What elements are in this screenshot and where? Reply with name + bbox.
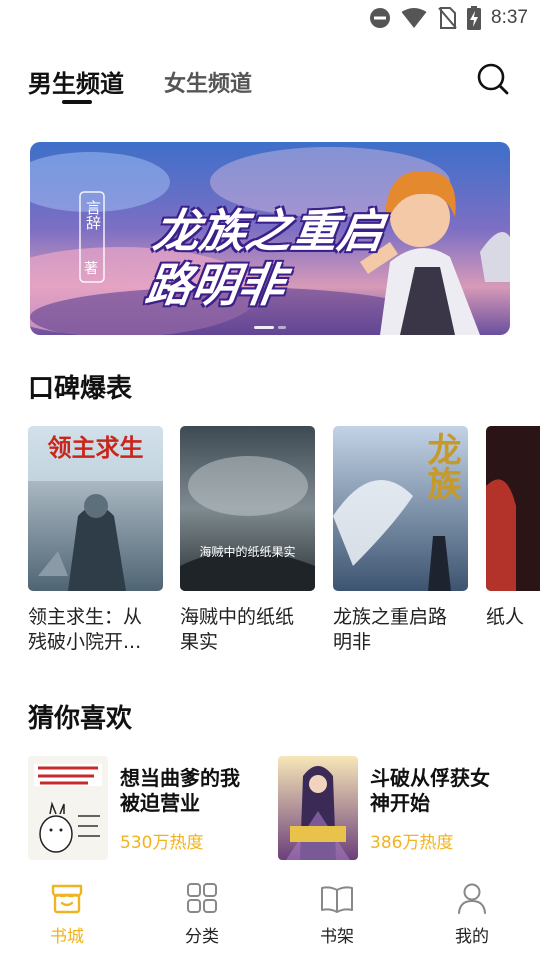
nav-label: 书城 (50, 927, 84, 947)
section-title-guess: 猜你喜欢 (28, 704, 133, 734)
guess-item[interactable]: 斗破从俘获女神开始 386万热度 (278, 756, 518, 862)
guess-cover (28, 756, 108, 860)
book-card[interactable]: 龙族 龙族之重启路明非 (333, 426, 468, 655)
nav-label: 我的 (455, 927, 489, 947)
banner-author-suffix: 著 (84, 261, 98, 277)
guess-heat: 386万热度 (370, 833, 454, 853)
category-grid-icon (187, 883, 217, 913)
wifi-icon (401, 8, 427, 28)
guess-heat: 530万热度 (120, 833, 204, 853)
book-cover: 海贼中的纸纸果实 (180, 426, 315, 591)
active-tab-indicator (62, 100, 92, 104)
book-cover (486, 426, 540, 591)
banner-title: 龙族之重启路明非 (142, 204, 388, 312)
book-title: 纸人 (486, 606, 525, 628)
book-cover-title: 领主求生 (48, 434, 144, 462)
profile-icon (458, 883, 486, 914)
book-title: 龙族之重启路明非 (333, 606, 448, 653)
nav-label: 书架 (320, 927, 354, 947)
tab-female-channel[interactable]: 女生频道 (164, 66, 252, 98)
bottom-nav: 书城 分类 书架 我的 (0, 874, 540, 960)
book-card[interactable]: 纸人 (486, 426, 540, 630)
status-bar: 8:37 (0, 0, 540, 36)
reputation-book-list: 领主求生 领主求生：从残破小院开... 海贼中的纸纸果实 海贼中的纸纸果实 龙族 (28, 426, 540, 666)
book-title: 海贼中的纸纸果实 (180, 606, 295, 653)
channel-header: 男生频道 女生频道 (28, 58, 510, 108)
book-title: 领主求生：从残破小院开... (28, 606, 143, 653)
guess-item[interactable]: 想当曲爹的我被迫营业 530万热度 (28, 756, 268, 862)
no-sim-icon (438, 7, 457, 29)
book-card[interactable]: 海贼中的纸纸果实 海贼中的纸纸果实 (180, 426, 315, 655)
nav-item-category[interactable]: 分类 (157, 880, 247, 947)
section-title-reputation: 口碑爆表 (28, 374, 133, 404)
do-not-disturb-icon (370, 8, 391, 28)
guess-cover (278, 756, 358, 860)
book-cover-title: 龙族 (421, 432, 461, 500)
nav-item-profile[interactable]: 我的 (427, 880, 517, 947)
nav-item-bookstore[interactable]: 书城 (22, 880, 112, 947)
book-cover: 领主求生 (28, 426, 163, 591)
nav-item-bookshelf[interactable]: 书架 (292, 880, 382, 947)
nav-label: 分类 (185, 927, 219, 947)
book-cover-title: 海贼中的纸纸果实 (199, 544, 295, 559)
status-icons: 8:37 (369, 6, 528, 30)
banner-pagination (254, 326, 286, 329)
battery-charging-icon (467, 6, 482, 30)
search-icon[interactable] (476, 62, 510, 96)
book-card[interactable]: 领主求生 领主求生：从残破小院开... (28, 426, 163, 655)
tab-male-channel[interactable]: 男生频道 (28, 64, 124, 99)
status-time: 8:37 (491, 7, 528, 28)
promo-banner[interactable]: 龙族之重启路明非 言辞 著 (30, 142, 510, 335)
bookstore-icon (51, 884, 83, 914)
banner-dot[interactable] (278, 326, 286, 329)
guess-title: 斗破从俘获女神开始 (370, 766, 490, 815)
book-cover: 龙族 (333, 426, 468, 591)
guess-list: 想当曲爹的我被迫营业 530万热度 斗破从俘获女神开始 386万热度 (28, 756, 528, 862)
bookshelf-icon (321, 886, 353, 913)
guess-title: 想当曲爹的我被迫营业 (120, 766, 240, 815)
banner-dot-active[interactable] (254, 326, 274, 329)
banner-author: 言辞 (84, 200, 102, 230)
